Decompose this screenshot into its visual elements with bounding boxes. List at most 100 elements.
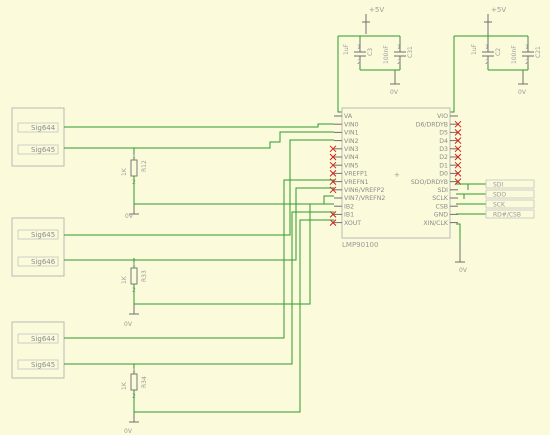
ic-left-pin[interactable]: IB2	[334, 203, 354, 210]
r34-pin1: 1	[132, 367, 136, 374]
ic-left-pin-label: VA	[344, 113, 353, 120]
ic-left-pin[interactable]: VIN1	[334, 130, 359, 137]
connector-1[interactable]: Sig644 Sig645	[11, 107, 65, 167]
ic-left-pin[interactable]: VIN6/VREFP2	[329, 186, 384, 194]
c3-value: 1uF	[343, 43, 350, 55]
ic-right-pin[interactable]: SCLK	[432, 195, 458, 202]
ic-left-pin-label: VIN2	[344, 138, 359, 145]
c31-value: 100nF	[383, 45, 390, 64]
ic-right-pin-label: CSB	[436, 203, 449, 210]
r34-value: 1K	[121, 381, 128, 390]
schematic-canvas: +5V 1uF C3 1 2 100nF C31 1 2 0V +5V 1uF …	[11, 6, 542, 435]
ic-left-pin-label: VIN3	[344, 146, 359, 153]
r33-ground: 0V	[124, 321, 133, 328]
power-section-left: +5V 1uF C3 1 2 100nF C31 1 2 0V	[337, 6, 414, 113]
r34-ground: 0V	[124, 428, 133, 435]
ic-right-pin[interactable]: D6/DRDYB	[416, 120, 462, 128]
r12-ground: 0V	[125, 213, 134, 220]
ic-left-pin-label: VIN7/VREFN2	[344, 195, 385, 202]
ic-left-pin-label: VIN6/VREFP2	[344, 187, 384, 194]
ic-right-pin-label: SCLK	[432, 195, 449, 202]
net-label-csb: RD#/CSB	[493, 212, 521, 219]
r33-ref: R33	[141, 270, 148, 282]
c3-pin2: 2	[357, 59, 361, 66]
resistor-r34[interactable]: 1K R34 1 2 0V	[121, 364, 148, 435]
ic-right-pins: VIOD6/DRDYB D5D4D3D2D1 D0SDO/DRDYBSDISCLKC…	[411, 113, 462, 227]
ic-left-pin[interactable]: VIN4	[329, 153, 359, 161]
connector-1-sig-b: Sig645	[31, 146, 55, 154]
c21-pin1: 1	[525, 44, 529, 51]
connector-2-sig-b: Sig646	[31, 258, 56, 266]
c3-pin1: 1	[357, 44, 361, 51]
ic-center-mark: +	[394, 171, 400, 179]
r34-ref: R34	[141, 376, 148, 388]
ic-left-pin[interactable]: VREFP1	[329, 170, 368, 178]
ic-right-pin[interactable]: GND	[434, 212, 458, 219]
ground-label-ic: 0V	[459, 267, 468, 274]
connector-2-sig-a: Sig645	[31, 231, 55, 239]
net-label-sck: SCK	[493, 202, 506, 209]
ic-left-pins: VAVIN0VIN1VIN2VIN3VIN4VIN5VREFP1VREFN1VI…	[329, 113, 385, 227]
power-section-right: +5V 1uF C2 1 2 100nF C21 1 2 0V	[450, 6, 542, 113]
connector-1-sig-a: Sig644	[31, 124, 56, 132]
r12-ref: R12	[141, 160, 148, 172]
ic-right-pin-label: XIN/CLK	[423, 220, 449, 227]
ic-right-pin[interactable]: SDO/DRDYB	[411, 178, 462, 186]
net-label-sdo: SDO	[493, 192, 506, 199]
ic-left-pin[interactable]: VIN0	[334, 121, 359, 128]
connector-3-sig-b: Sig645	[31, 361, 55, 369]
r33-pin1: 1	[132, 261, 136, 268]
ic-left-pin-label: IB2	[344, 203, 354, 210]
ic-right-pin-label: SDI	[437, 187, 448, 194]
c21-pin2: 2	[525, 59, 529, 66]
ic-right-pin[interactable]: CSB	[436, 203, 459, 210]
ic-right-pin-label: GND	[434, 212, 448, 219]
ic-right-pin-label: VIO	[437, 113, 448, 120]
resistor-r12[interactable]: 1K R12 1 2 0V	[121, 148, 148, 220]
r12-value: 1K	[121, 167, 128, 176]
ic-right-pin-label: D0	[439, 171, 448, 178]
c31-pin1: 1	[397, 44, 401, 51]
ic-right-pin-label: SDO/DRDYB	[411, 179, 448, 186]
r12-pin1: 1	[132, 153, 136, 160]
ic-right-pin[interactable]: SDI	[437, 187, 458, 194]
connector-3-sig-a: Sig644	[31, 335, 56, 343]
ic-right-pin[interactable]: XIN/CLK	[423, 220, 458, 227]
r33-value: 1K	[121, 275, 128, 284]
ic-left-pin-label: VIN1	[344, 130, 359, 137]
ic-left-pin[interactable]: VIN3	[329, 145, 359, 153]
ic-right-pin-label: D6/DRDYB	[416, 121, 448, 128]
ic-left-pin[interactable]: VIN5	[329, 161, 359, 169]
c3-ref: C3	[367, 48, 374, 56]
ic-left-pin-label: VREFN1	[344, 179, 369, 186]
ic-right-pin-label: D3	[439, 146, 448, 153]
ic-left-pin[interactable]: VIN2	[334, 138, 359, 145]
c31-pin2: 2	[397, 59, 401, 66]
ic-left-pin-label: IB1	[344, 212, 354, 219]
supply-label-left: +5V	[369, 6, 384, 14]
ic-left-pin-label: VIN0	[344, 121, 359, 128]
supply-label-right: +5V	[491, 6, 506, 14]
c21-value: 100nF	[511, 45, 518, 64]
ic-right-pin-label: D5	[439, 130, 448, 137]
ic-left-pin-label: VREFP1	[344, 171, 368, 178]
ic-left-pin-label: VIN4	[344, 154, 359, 161]
ic-left-pin[interactable]: VA	[334, 113, 353, 120]
ic-right-pin[interactable]: VIO	[437, 113, 458, 120]
ic-right-pin-label: D4	[439, 138, 448, 145]
ic-left-pin[interactable]: XOUT	[329, 219, 361, 227]
signal-wires	[64, 123, 334, 413]
c2-ref: C2	[495, 48, 502, 56]
resistor-r33[interactable]: 1K R33 1 2 0V	[121, 258, 148, 328]
net-labels: SDI SDO SCK RD#/CSB 0V	[455, 179, 535, 274]
net-label-sdi: SDI	[493, 182, 503, 189]
ic-right-pin-label: D2	[439, 154, 448, 161]
ground-label-c3: 0V	[390, 89, 399, 96]
ic-right-pin-label: D1	[439, 162, 448, 169]
connector-3[interactable]: Sig644 Sig645	[11, 321, 65, 379]
ic-left-pin-label: XOUT	[344, 220, 361, 227]
c2-pin2: 2	[485, 59, 489, 66]
ic-left-pin[interactable]: VREFN1	[329, 178, 369, 186]
connector-2[interactable]: Sig645 Sig646	[11, 217, 65, 277]
ic-left-pin-label: VIN5	[344, 162, 359, 169]
